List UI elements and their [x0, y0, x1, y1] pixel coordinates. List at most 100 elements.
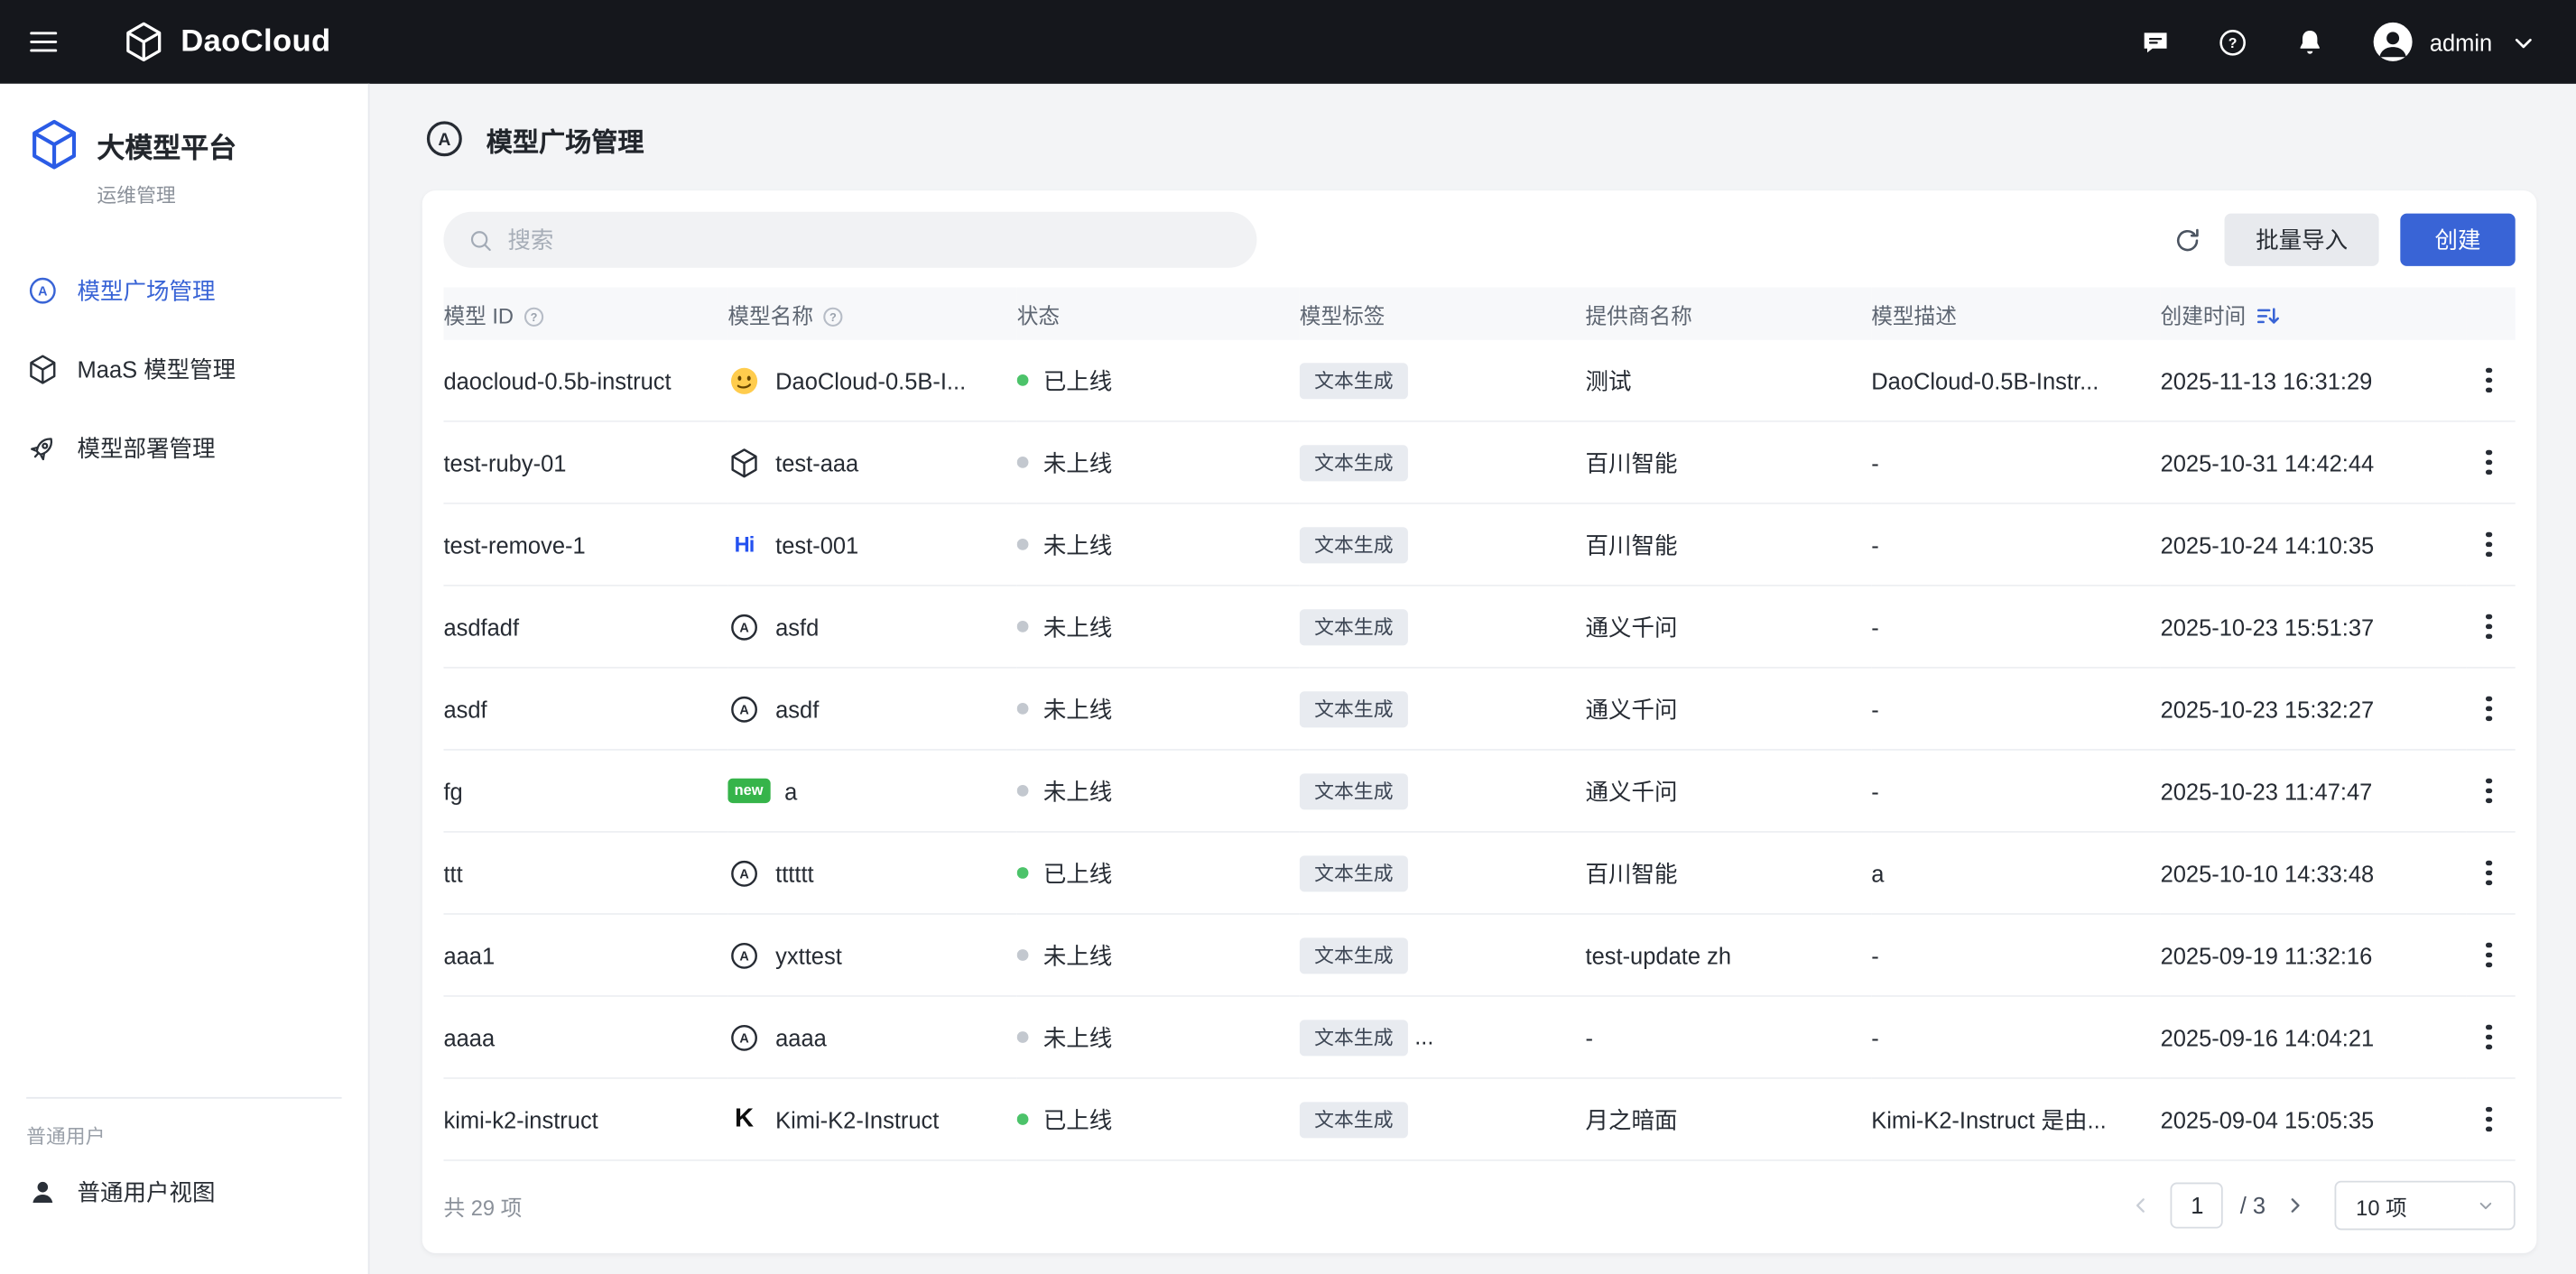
platform-brand: 大模型平台 运维管理 [0, 84, 368, 208]
column-label: 模型描述 [1871, 303, 1957, 328]
model-id-cell: fg [443, 750, 727, 832]
row-actions-button[interactable] [2466, 355, 2512, 405]
table-row: test-ruby-01 test-aaa未上线文本生成百川智能-2025-10… [443, 421, 2515, 503]
status-cell: 已上线 [1017, 832, 1300, 914]
refresh-button[interactable] [2172, 224, 2203, 255]
page-number-input[interactable] [2171, 1183, 2223, 1229]
user-menu[interactable]: admin [2370, 20, 2540, 64]
model-id-cell: asdf [443, 668, 727, 750]
person-icon [26, 1176, 59, 1208]
bell-icon [2293, 25, 2326, 58]
row-actions-button[interactable] [2466, 684, 2512, 734]
description-cell: - [1871, 914, 2160, 996]
table-row: fgnewa未上线文本生成通义千问-2025-10-23 11:47:47 [443, 750, 2515, 832]
smirk-icon [727, 364, 760, 396]
platform-logo-icon [26, 116, 88, 172]
bulk-import-button[interactable]: 批量导入 [2225, 214, 2379, 266]
toolbar: 批量导入 创建 [443, 212, 2515, 268]
column-help-icon[interactable]: ? [522, 305, 544, 328]
column-header: 模型标签 [1300, 288, 1586, 340]
prev-page-button[interactable] [2128, 1192, 2154, 1218]
model-name-cell: A yxttest [727, 914, 1016, 996]
model-id-cell: asdfadf [443, 586, 727, 668]
pagination: / 3 10 项 [2128, 1181, 2516, 1231]
created-time-cell: 2025-10-23 15:51:37 [2161, 586, 2467, 668]
avatar-icon [2370, 20, 2414, 64]
description-cell: - [1871, 750, 2160, 832]
search-box[interactable] [443, 212, 1256, 268]
column-header: 创建时间 [2161, 288, 2467, 340]
topbar-actions: ? [2139, 20, 2540, 64]
svg-text:A: A [438, 130, 450, 150]
actions-cell [2466, 586, 2516, 668]
daocloud-logo-icon [122, 20, 166, 64]
provider-cell: 百川智能 [1585, 421, 1871, 503]
tag-badge: 文本生成 [1300, 445, 1408, 481]
tag-badge: 文本生成 [1300, 937, 1408, 974]
sort-icon[interactable] [2256, 303, 2280, 328]
toolbar-actions: 批量导入 创建 [2172, 214, 2515, 266]
model-name: test-aaa [775, 449, 858, 475]
messages-button[interactable] [2139, 25, 2172, 58]
status-dot [1017, 703, 1029, 715]
tag-badge: 文本生成 [1300, 773, 1408, 809]
description-cell: - [1871, 503, 2160, 586]
page-size-value: 10 项 [2356, 1190, 2407, 1222]
table-footer: 共 29 项 / 3 [443, 1161, 2515, 1240]
actions-cell [2466, 503, 2516, 586]
help-button[interactable]: ? [2216, 25, 2248, 58]
sidebar-item[interactable]: 模型部署管理 [0, 409, 368, 487]
status-label: 未上线 [1043, 446, 1112, 478]
notifications-button[interactable] [2293, 25, 2326, 58]
row-actions-button[interactable] [2466, 1094, 2512, 1144]
provider-cell: test-update zh [1585, 914, 1871, 996]
circle-a-icon: A [26, 274, 59, 307]
created-time-cell: 2025-10-23 11:47:47 [2161, 750, 2467, 832]
table-row: ttt A tttttt已上线文本生成百川智能a2025-10-10 14:33… [443, 832, 2515, 914]
model-name: yxttest [775, 942, 842, 968]
svg-text:?: ? [530, 309, 537, 323]
status-dot [1017, 1031, 1029, 1043]
status-label: 未上线 [1043, 610, 1112, 642]
row-actions-button[interactable] [2466, 1012, 2512, 1062]
page-size-select[interactable]: 10 项 [2335, 1181, 2516, 1231]
menu-toggle-button[interactable] [26, 24, 60, 59]
sidebar-item-label: 普通用户视图 [78, 1176, 216, 1208]
svg-text:A: A [739, 1031, 749, 1046]
search-input[interactable] [507, 226, 1234, 253]
svg-text:?: ? [2229, 35, 2238, 51]
status-label: 未上线 [1043, 1020, 1112, 1053]
column-help-icon[interactable]: ? [821, 305, 844, 328]
provider-cell: 月之暗面 [1585, 1078, 1871, 1160]
description-cell: a [1871, 832, 2160, 914]
sidebar-item[interactable]: A 模型广场管理 [0, 251, 368, 329]
svg-text:A: A [739, 949, 749, 964]
column-label: 状态 [1017, 303, 1060, 328]
provider-cell: 测试 [1585, 340, 1871, 421]
row-actions-button[interactable] [2466, 520, 2512, 569]
avatar [2370, 20, 2414, 64]
hexagon-icon [26, 353, 59, 385]
row-actions-button[interactable] [2466, 602, 2512, 651]
model-name-cell: A asfd [727, 586, 1016, 668]
row-actions-button[interactable] [2466, 848, 2512, 898]
sidebar-item-user-view[interactable]: 普通用户视图 [0, 1153, 368, 1232]
chevron-left-icon [2128, 1192, 2154, 1218]
kimi-icon: K [727, 1103, 760, 1135]
model-list-card: 批量导入 创建 模型 ID ? 模型名称 ? 状态模型标签提供商名称模型描述创建… [422, 190, 2537, 1253]
refresh-icon [2172, 224, 2203, 255]
row-actions-button[interactable] [2466, 766, 2512, 816]
row-actions-button[interactable] [2466, 438, 2512, 487]
model-name-cell: A aaaa [727, 996, 1016, 1078]
row-actions-button[interactable] [2466, 930, 2512, 980]
tag-cell: 文本生成 [1300, 914, 1586, 996]
column-label: 模型标签 [1300, 303, 1385, 328]
column-label: 提供商名称 [1585, 303, 1691, 328]
created-time-cell: 2025-10-23 15:32:27 [2161, 668, 2467, 750]
sidebar-item[interactable]: MaaS 模型管理 [0, 330, 368, 409]
table-header-row: 模型 ID ? 模型名称 ? 状态模型标签提供商名称模型描述创建时间 [443, 288, 2515, 340]
model-name-cell: DaoCloud-0.5B-I... [727, 340, 1016, 421]
provider-cell: - [1585, 996, 1871, 1078]
next-page-button[interactable] [2282, 1192, 2308, 1218]
create-button[interactable]: 创建 [2400, 214, 2515, 266]
